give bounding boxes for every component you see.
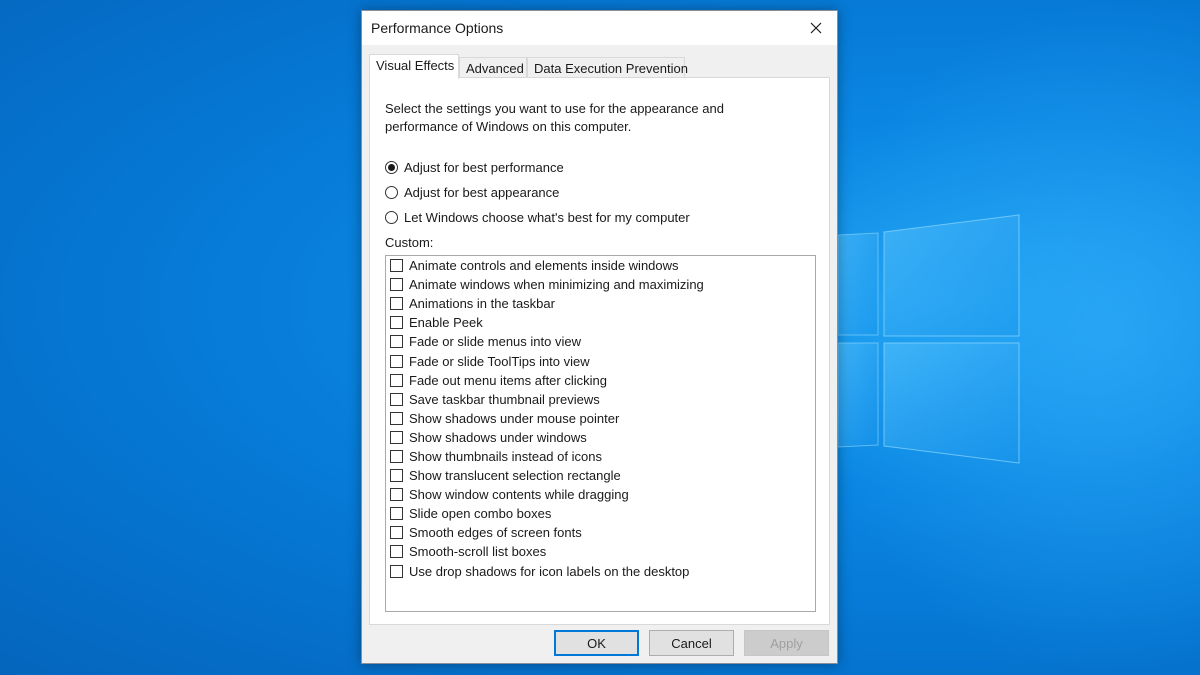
checkbox-label: Fade or slide ToolTips into view (409, 353, 590, 369)
list-item-checkbox[interactable]: Smooth edges of screen fonts (386, 523, 815, 542)
performance-options-dialog: Performance Options Visual Effects Advan… (361, 10, 838, 664)
custom-effects-list[interactable]: Animate controls and elements inside win… (385, 255, 816, 612)
radio-best-performance[interactable]: Adjust for best performance (385, 157, 564, 177)
list-item-checkbox[interactable]: Animate windows when minimizing and maxi… (386, 275, 815, 294)
checkbox-label: Enable Peek (409, 315, 483, 331)
list-item-checkbox[interactable]: Show thumbnails instead of icons (386, 447, 815, 466)
checkbox[interactable] (390, 335, 403, 349)
checkbox[interactable] (390, 507, 403, 521)
close-icon (810, 22, 822, 34)
list-item-checkbox[interactable]: Show shadows under mouse pointer (386, 409, 815, 428)
list-item-checkbox[interactable]: Show window contents while dragging (386, 485, 815, 504)
radio-button[interactable] (385, 185, 398, 199)
apply-button[interactable]: Apply (744, 630, 829, 656)
radio-let-windows-choose[interactable]: Let Windows choose what's best for my co… (385, 207, 690, 227)
tab-label: Data Execution Prevention (534, 61, 688, 76)
list-item-checkbox[interactable]: Show translucent selection rectangle (386, 466, 815, 485)
checkbox[interactable] (390, 316, 403, 330)
list-item-checkbox[interactable]: Slide open combo boxes (386, 504, 815, 523)
checkbox-label: Animate windows when minimizing and maxi… (409, 277, 704, 293)
checkbox-label: Show shadows under mouse pointer (409, 410, 620, 426)
list-item-checkbox[interactable]: Animate controls and elements inside win… (386, 256, 815, 275)
checkbox-label: Fade or slide menus into view (409, 334, 581, 350)
checkbox[interactable] (390, 430, 403, 444)
list-item-checkbox[interactable]: Enable Peek (386, 313, 815, 332)
radio-label: Let Windows choose what's best for my co… (404, 209, 690, 225)
checkbox-label: Animate controls and elements inside win… (409, 258, 679, 274)
checkbox-label: Save taskbar thumbnail previews (409, 391, 600, 407)
list-item-checkbox[interactable]: Smooth-scroll list boxes (386, 542, 815, 561)
checkbox[interactable] (390, 469, 403, 483)
checkbox-label: Smooth-scroll list boxes (409, 544, 547, 560)
tab-advanced[interactable]: Advanced (459, 57, 527, 78)
list-item-checkbox[interactable]: Animations in the taskbar (386, 294, 815, 313)
checkbox[interactable] (390, 488, 403, 502)
list-item-checkbox[interactable]: Use drop shadows for icon labels on the … (386, 562, 815, 581)
checkbox-label: Slide open combo boxes (409, 506, 552, 522)
list-item-checkbox[interactable]: Fade or slide menus into view (386, 332, 815, 351)
ok-button[interactable]: OK (554, 630, 639, 656)
checkbox-label: Smooth edges of screen fonts (409, 525, 582, 541)
visual-effects-panel: Select the settings you want to use for … (369, 77, 830, 625)
radio-label: Adjust for best performance (404, 159, 564, 175)
checkbox-label: Fade out menu items after clicking (409, 372, 607, 388)
checkbox[interactable] (390, 526, 403, 540)
cancel-button[interactable]: Cancel (649, 630, 734, 656)
radio-label: Adjust for best appearance (404, 184, 560, 200)
description-line-1: Select the settings you want to use for … (385, 101, 724, 116)
list-item-checkbox[interactable]: Fade out menu items after clicking (386, 371, 815, 390)
checkbox-label: Show window contents while dragging (409, 487, 629, 503)
checkbox[interactable] (390, 564, 403, 578)
tab-data-execution-prevention[interactable]: Data Execution Prevention (527, 57, 688, 78)
tab-label: Visual Effects (376, 58, 455, 73)
checkbox[interactable] (390, 373, 403, 387)
custom-label: Custom: (385, 235, 434, 250)
list-item-checkbox[interactable]: Save taskbar thumbnail previews (386, 390, 815, 409)
checkbox[interactable] (390, 392, 403, 406)
tab-visual-effects[interactable]: Visual Effects (369, 54, 459, 79)
checkbox-label: Show shadows under windows (409, 429, 587, 445)
list-item-checkbox[interactable]: Fade or slide ToolTips into view (386, 351, 815, 370)
checkbox-label: Use drop shadows for icon labels on the … (409, 563, 690, 579)
title-bar[interactable]: Performance Options (362, 11, 837, 45)
close-button[interactable] (795, 11, 837, 45)
dialog-title: Performance Options (371, 20, 504, 36)
radio-button[interactable] (385, 210, 398, 224)
checkbox-label: Show translucent selection rectangle (409, 468, 621, 484)
tab-label: Advanced (466, 61, 524, 76)
radio-best-appearance[interactable]: Adjust for best appearance (385, 182, 559, 202)
description-text: Select the settings you want to use for … (385, 100, 785, 136)
checkbox[interactable] (390, 278, 403, 292)
checkbox[interactable] (390, 449, 403, 463)
checkbox[interactable] (390, 354, 403, 368)
radio-button-checked[interactable] (385, 160, 398, 174)
checkbox[interactable] (390, 545, 403, 559)
checkbox[interactable] (390, 297, 403, 311)
checkbox-label: Animations in the taskbar (409, 296, 555, 312)
tab-strip: Visual Effects Advanced Data Execution P… (369, 54, 829, 79)
checkbox[interactable] (390, 259, 403, 273)
checkbox-label: Show thumbnails instead of icons (409, 448, 602, 464)
list-item-checkbox[interactable]: Show shadows under windows (386, 428, 815, 447)
description-line-2: performance of Windows on this computer. (385, 119, 632, 134)
checkbox[interactable] (390, 411, 403, 425)
